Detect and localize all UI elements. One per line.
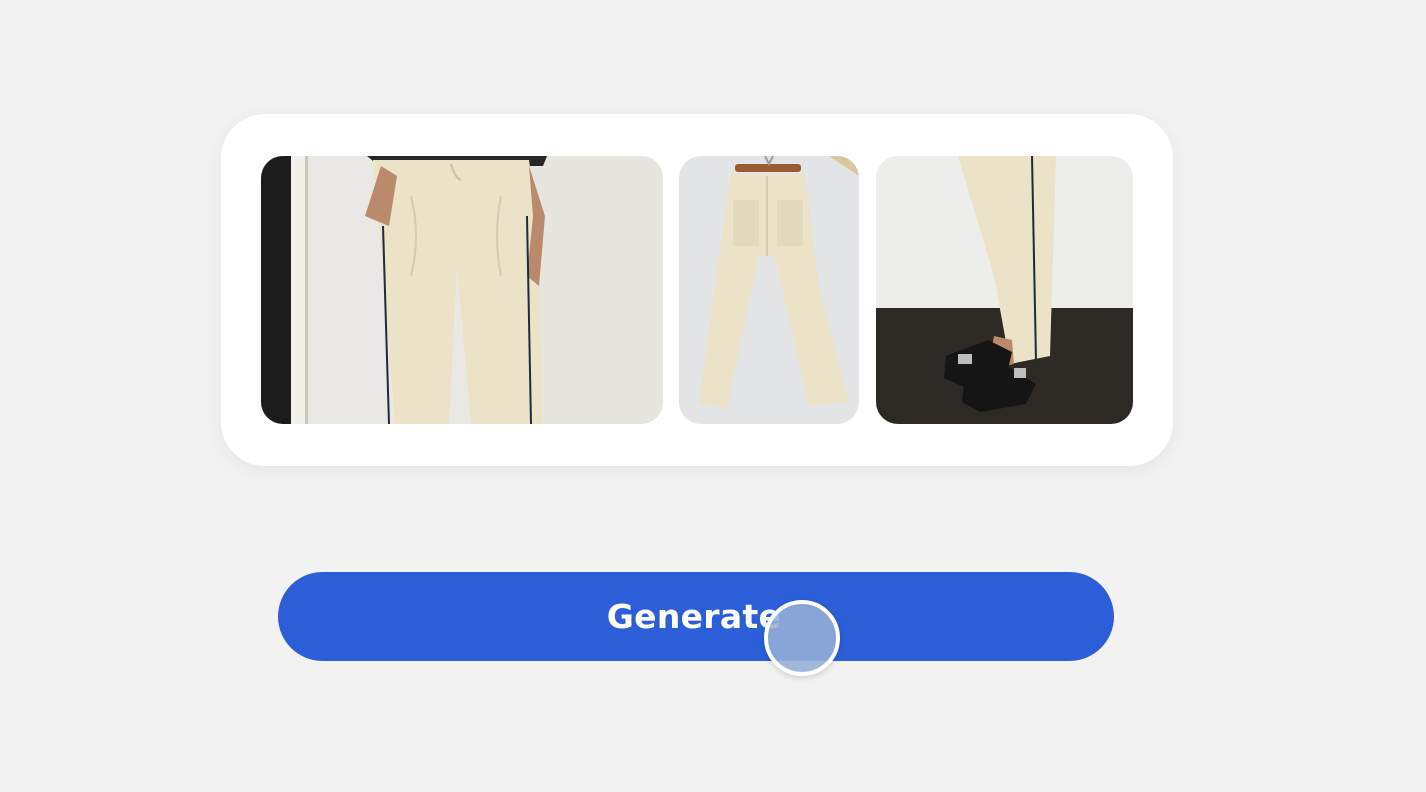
hanger-view-image [679, 156, 859, 424]
generate-button-label: Generate [606, 597, 782, 636]
product-photo-hanger[interactable] [679, 156, 859, 424]
product-photo-side[interactable] [876, 156, 1133, 424]
product-photo-front[interactable] [261, 156, 663, 424]
touch-indicator [764, 600, 840, 676]
generate-button[interactable]: Generate [278, 572, 1114, 661]
front-view-image [261, 156, 663, 424]
image-gallery-card [221, 114, 1173, 466]
side-view-image [876, 156, 1133, 424]
